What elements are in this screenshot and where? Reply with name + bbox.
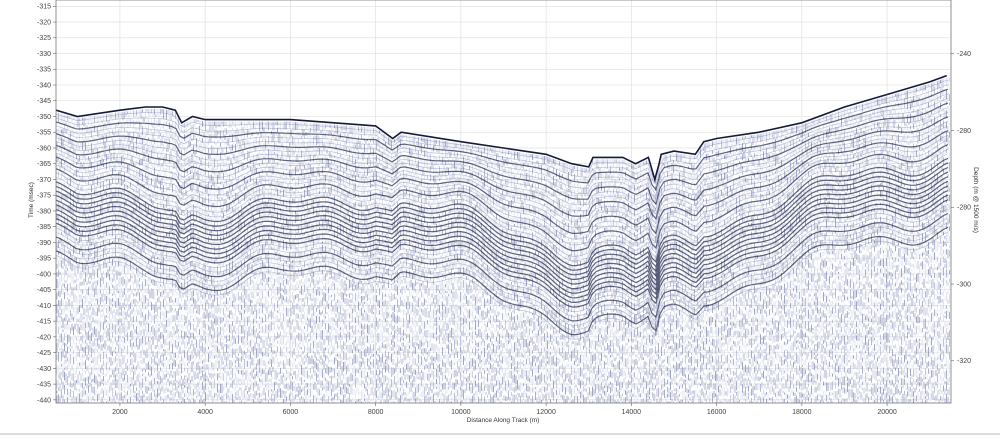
left-tick-label: -410 (37, 303, 51, 310)
x-tick-label: 8000 (368, 409, 384, 416)
left-tick-label: -415 (37, 319, 51, 326)
left-tick-label: -355 (37, 130, 51, 137)
left-tick-label: -330 (37, 51, 51, 58)
right-tick-label: -300 (957, 281, 971, 288)
x-tick-label: 20000 (877, 409, 897, 416)
x-tick-label: 6000 (283, 409, 299, 416)
left-tick-label: -380 (37, 208, 51, 215)
x-axis-ticks: 2000 4000 6000 8000 10000 12000 14000 16000 1800… (112, 403, 897, 416)
left-tick-label: -385 (37, 224, 51, 231)
left-tick-label: -400 (37, 271, 51, 278)
right-tick-label: -280 (957, 128, 971, 135)
left-tick-label: -430 (37, 366, 51, 373)
x-axis-label: Distance Along Track (m) (467, 417, 540, 424)
right-tick-label: -240 (957, 51, 971, 58)
left-axis-label: Time (msec) (28, 182, 35, 218)
left-tick-label: -405 (37, 287, 51, 294)
seismic-profile-chart: -315 -320 -325 -330 -335 -340 -345 -350 -355 -360… (0, 0, 1000, 435)
left-tick-label: -335 (37, 67, 51, 74)
left-axis-ticks: -315 -320 -325 -330 -335 -340 -345 -350 -355 -360… (37, 4, 56, 404)
left-tick-label: -420 (37, 334, 51, 341)
x-tick-label: 2000 (112, 409, 128, 416)
right-axis-label: Depth (m @ 1500 m/s) (972, 167, 979, 233)
x-tick-label: 10000 (451, 409, 471, 416)
left-tick-label: -350 (37, 114, 51, 121)
left-tick-label: -360 (37, 145, 51, 152)
right-tick-label: -280 (957, 205, 971, 212)
x-tick-label: 16000 (707, 409, 727, 416)
left-tick-label: -325 (37, 35, 51, 42)
left-tick-label: -440 (37, 397, 51, 404)
left-tick-label: -365 (37, 161, 51, 168)
x-tick-label: 18000 (792, 409, 812, 416)
right-axis-ticks: -240 -280 -280 -300 -320 (951, 51, 971, 365)
left-tick-label: -345 (37, 98, 51, 105)
left-tick-label: -390 (37, 240, 51, 247)
left-tick-label: -340 (37, 82, 51, 89)
x-tick-label: 4000 (197, 409, 213, 416)
left-tick-label: -320 (37, 19, 51, 26)
left-tick-label: -370 (37, 177, 51, 184)
left-tick-label: -315 (37, 4, 51, 11)
right-tick-label: -320 (957, 358, 971, 365)
left-tick-label: -435 (37, 382, 51, 389)
left-tick-label: -425 (37, 350, 51, 357)
left-tick-label: -395 (37, 256, 51, 263)
x-tick-label: 14000 (622, 409, 642, 416)
x-tick-label: 12000 (536, 409, 556, 416)
left-tick-label: -375 (37, 193, 51, 200)
